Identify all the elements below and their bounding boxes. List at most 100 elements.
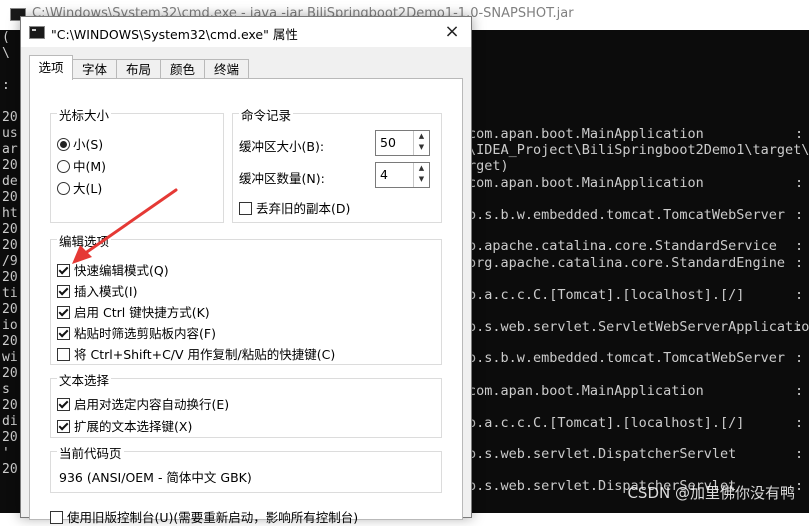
close-icon[interactable]: × xyxy=(441,21,463,43)
log-colon: : xyxy=(795,287,804,303)
console-fragment: : xyxy=(2,78,10,93)
discard-old-option[interactable]: 丢弃旧的副本(D) xyxy=(239,198,350,217)
checkbox[interactable] xyxy=(57,264,70,277)
buffer-count-value[interactable]: 4 xyxy=(380,167,388,182)
radio-button[interactable] xyxy=(57,160,70,173)
console-fragment: ( xyxy=(2,30,10,45)
buffer-size-spinner[interactable]: 50 ▲ ▼ xyxy=(375,130,430,156)
insert-mode-option[interactable]: 插入模式(I) xyxy=(57,281,137,300)
log-line: \IDEA_Project\BiliSpringboot2Demo1\targe… xyxy=(468,142,809,158)
console-fragment: 20 xyxy=(2,238,18,253)
cursor-medium-option[interactable]: 中(M) xyxy=(57,156,106,175)
checkbox[interactable] xyxy=(57,285,70,298)
codepage-group: 当前代码页 936 (ANSI/OEM - 简体中文 GBK) xyxy=(50,443,442,493)
checkbox[interactable] xyxy=(239,202,252,215)
tab-bar: 选项 字体 布局 颜色 终端 xyxy=(29,55,463,80)
option-label: 丢弃旧的副本(D) xyxy=(256,201,351,216)
radio-button[interactable] xyxy=(57,182,70,195)
command-history-title: 命令记录 xyxy=(239,105,294,124)
cursor-size-group: 光标大小 小(S) 中(M) 大(L) xyxy=(50,105,224,223)
console-fragment: 20 xyxy=(2,110,18,125)
cursor-small-option[interactable]: 小(S) xyxy=(57,134,103,153)
option-label: 小(S) xyxy=(73,137,104,152)
option-label: 快速编辑模式(Q) xyxy=(74,263,169,278)
log-colon: : xyxy=(795,383,804,399)
console-fragment: ti xyxy=(2,286,18,301)
spin-up-icon[interactable]: ▲ xyxy=(414,163,429,174)
log-line: o.a.c.c.C.[Tomcat].[localhost].[/] xyxy=(468,287,745,303)
checkbox[interactable] xyxy=(57,327,70,340)
extended-selection-option[interactable]: 扩展的文本选择键(X) xyxy=(57,416,192,435)
legacy-console-option[interactable]: 使用旧版控制台(U)(需要重新启动，影响所有控制台) xyxy=(50,507,358,526)
console-fragment: ht xyxy=(2,206,18,221)
console-fragment: 20 xyxy=(2,398,18,413)
option-label: 启用 Ctrl 键快捷方式(K) xyxy=(74,305,210,320)
log-line: org.apache.catalina.core.StandardEngine xyxy=(468,255,785,271)
text-selection-title: 文本选择 xyxy=(57,370,112,389)
console-fragment: 20 xyxy=(2,366,18,381)
log-line: com.apan.boot.MainApplication xyxy=(468,175,704,191)
radio-button[interactable] xyxy=(57,138,70,151)
log-line: o.s.b.w.embedded.tomcat.TomcatWebServer xyxy=(468,207,785,223)
buffer-size-value[interactable]: 50 xyxy=(380,135,396,150)
console-fragment: 20 xyxy=(2,302,18,317)
tab-colors[interactable]: 颜色 xyxy=(160,59,205,79)
console-fragment: 20 xyxy=(2,334,18,349)
checkbox[interactable] xyxy=(57,348,70,361)
tab-layout[interactable]: 布局 xyxy=(116,59,161,79)
log-line: com.apan.boot.MainApplication xyxy=(468,383,704,399)
console-fragment: io xyxy=(2,318,18,333)
option-label: 启用对选定内容自动换行(E) xyxy=(74,397,230,412)
console-left-fragments: (\ :20 us ar 20 de 20 ht 20 20/9 20 ti 20 io 20 wi 20 s 2… xyxy=(2,30,20,478)
log-line: o.apache.catalina.core.StandardService xyxy=(468,238,777,254)
log-colon: : xyxy=(795,446,804,462)
spin-down-icon[interactable]: ▼ xyxy=(414,174,429,185)
log-line: rget) xyxy=(468,158,509,174)
checkbox[interactable] xyxy=(57,306,70,319)
option-label: 插入模式(I) xyxy=(74,284,138,299)
console-fragment: 20 xyxy=(2,222,18,237)
log-line: o.s.web.servlet.ServletWebServerApplicat… xyxy=(468,319,809,335)
console-fragment: 20 xyxy=(2,270,18,285)
dialog-title: "C:\WINDOWS\System32\cmd.exe" 属性 xyxy=(51,27,298,42)
cmd-icon xyxy=(29,26,45,39)
buffer-count-spinner[interactable]: 4 ▲ ▼ xyxy=(375,162,430,188)
dialog-titlebar: "C:\WINDOWS\System32\cmd.exe" 属性 × xyxy=(21,17,471,47)
checkbox[interactable] xyxy=(57,398,70,411)
log-colon: : xyxy=(795,126,804,142)
log-colon: : xyxy=(795,478,804,494)
properties-dialog: "C:\WINDOWS\System32\cmd.exe" 属性 × 选项 字体… xyxy=(20,16,472,525)
filter-paste-option[interactable]: 粘贴时筛选剪贴板内容(F) xyxy=(57,323,216,342)
log-line: o.s.b.w.embedded.tomcat.TomcatWebServer xyxy=(468,350,785,366)
ctrl-shortcuts-option[interactable]: 启用 Ctrl 键快捷方式(K) xyxy=(57,302,210,321)
buffer-size-label: 缓冲区大小(B): xyxy=(239,139,325,154)
line-wrap-option[interactable]: 启用对选定内容自动换行(E) xyxy=(57,394,229,413)
ctrl-shift-copy-option[interactable]: 将 Ctrl+Shift+C/V 用作复制/粘贴的快捷键(C) xyxy=(57,344,335,363)
edit-options-title: 编辑选项 xyxy=(57,231,112,250)
console-fragment: 20 xyxy=(2,190,18,205)
log-colon: : xyxy=(795,415,804,431)
codepage-value: 936 (ANSI/OEM - 简体中文 GBK) xyxy=(59,470,252,485)
console-fragment: \ xyxy=(2,46,10,61)
tab-options[interactable]: 选项 xyxy=(29,55,73,80)
log-colon: : xyxy=(795,175,804,191)
tab-font[interactable]: 字体 xyxy=(72,59,117,79)
console-fragment: ' xyxy=(2,446,10,461)
codepage-title: 当前代码页 xyxy=(57,443,124,462)
command-history-group: 命令记录 缓冲区大小(B): 50 ▲ ▼ 缓冲区数量(N): 4 ▲ ▼ 丢弃旧的… xyxy=(232,105,442,223)
console-fragment: us xyxy=(2,126,18,141)
console-fragment: di xyxy=(2,414,18,429)
log-line: com.apan.boot.MainApplication xyxy=(468,126,704,142)
log-colon: : xyxy=(795,207,804,223)
tab-terminal[interactable]: 终端 xyxy=(204,59,249,79)
console-fragment: ar xyxy=(2,142,18,157)
cursor-large-option[interactable]: 大(L) xyxy=(57,178,102,197)
quick-edit-option[interactable]: 快速编辑模式(Q) xyxy=(57,260,169,279)
console-fragment: 20 xyxy=(2,430,18,445)
spin-up-icon[interactable]: ▲ xyxy=(414,131,429,142)
checkbox[interactable] xyxy=(57,420,70,433)
edit-options-group: 编辑选项 快速编辑模式(Q) 插入模式(I) 启用 Ctrl 键快捷方式(K) … xyxy=(50,231,442,365)
log-line: o.a.c.c.C.[Tomcat].[localhost].[/] xyxy=(468,415,745,431)
option-label: 粘贴时筛选剪贴板内容(F) xyxy=(74,326,216,341)
spin-down-icon[interactable]: ▼ xyxy=(414,142,429,153)
